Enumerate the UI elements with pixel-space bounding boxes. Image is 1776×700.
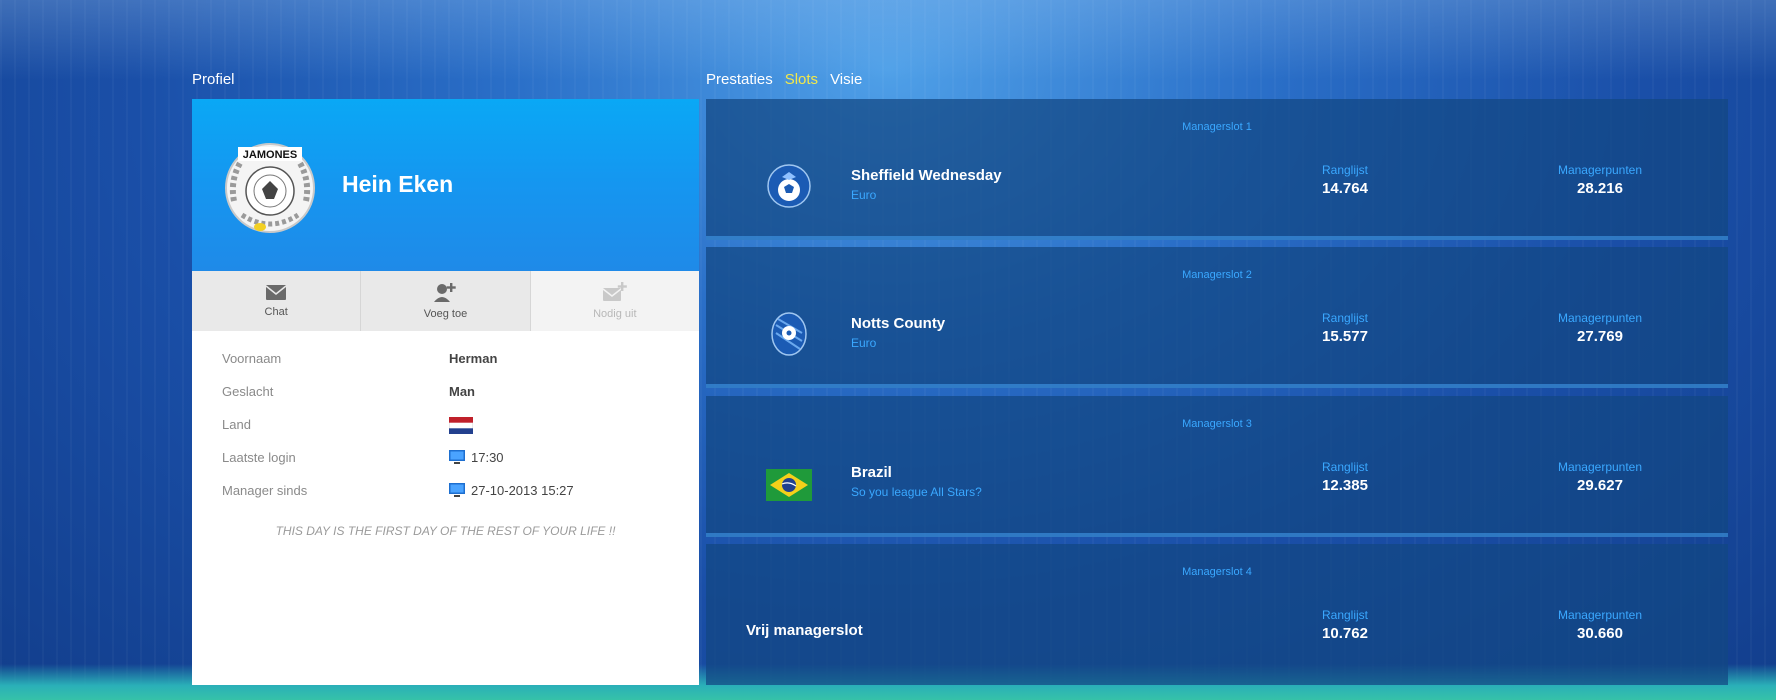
slot-league-link[interactable]: So you league All Stars? (851, 485, 982, 499)
slot-title: Managerslot 1 (1182, 121, 1252, 133)
add-friend-button-label: Voeg toe (423, 308, 468, 320)
manager-since-label: Manager sinds (222, 483, 308, 498)
ranking-label: Ranglijst (1321, 608, 1369, 622)
manager-points-label: Managerpunten (1557, 163, 1643, 177)
manager-points-label: Managerpunten (1557, 608, 1643, 622)
slot-manager-points: Managerpunten 29.627 (1540, 460, 1660, 494)
ranking-label: Ranglijst (1321, 163, 1369, 177)
slot-manager-points: Managerpunten 27.769 (1540, 311, 1660, 345)
managerslot-2[interactable]: Managerslot 2 Notts County Euro Ranglijs… (706, 247, 1728, 388)
info-row-gender: Geslacht Man (222, 384, 672, 417)
info-row-manager-since: Manager sinds 27-10-2013 15:27 (222, 483, 672, 516)
monitor-icon (449, 450, 465, 464)
avatar-text: JAMONES (243, 149, 297, 161)
slot-title: Managerslot 4 (1182, 566, 1252, 578)
slot-team-name: Brazil (851, 464, 892, 481)
add-user-icon (434, 283, 457, 302)
ranking-value: 15.577 (1322, 328, 1368, 345)
profile-info: Voornaam Herman Geslacht Man Land Laatst… (222, 351, 672, 516)
chat-button-label: Chat (264, 305, 288, 318)
info-row-country: Land (222, 417, 672, 450)
manager-points-value: 27.769 (1577, 328, 1623, 345)
last-login-label: Laatste login (222, 450, 296, 465)
slot-ranking: Ranglijst 12.385 (1285, 460, 1405, 494)
notts-county-crest-icon (771, 312, 807, 356)
chat-button[interactable]: Chat (192, 271, 362, 331)
profile-section-title: Profiel (192, 71, 235, 88)
profile-card: JAMONES Hein Eken Chat Voeg toe Nodig ui… (192, 99, 699, 685)
slot-title: Managerslot 2 (1182, 269, 1252, 281)
add-friend-button[interactable]: Voeg toe (361, 271, 531, 331)
brazil-flag-icon (766, 469, 812, 501)
ranking-value: 14.764 (1322, 180, 1368, 197)
slot-team-name: Notts County (851, 315, 946, 332)
gender-label: Geslacht (222, 384, 274, 399)
background-glow (0, 0, 1776, 80)
profile-actions: Chat Voeg toe Nodig uit (192, 271, 699, 331)
last-login-value: 17:30 (449, 450, 504, 465)
slot-league-link[interactable]: Euro (851, 188, 876, 202)
tab-slots[interactable]: Slots (785, 71, 818, 88)
manager-points-value: 30.660 (1577, 625, 1623, 642)
invite-button-label: Nodig uit (593, 308, 637, 320)
managerslot-1[interactable]: Managerslot 1 Sheffield Wednesday Euro R… (706, 99, 1728, 240)
manager-points-label: Managerpunten (1557, 311, 1643, 325)
slot-league-link[interactable]: Euro (851, 336, 876, 350)
profile-header: JAMONES Hein Eken (192, 99, 699, 271)
netherlands-flag-icon (449, 417, 473, 434)
invite-button[interactable]: Nodig uit (530, 271, 699, 331)
invite-icon (602, 282, 627, 301)
info-row-last-login: Laatste login 17:30 (222, 450, 672, 483)
monitor-icon (449, 483, 465, 497)
last-login-time: 17:30 (471, 450, 504, 465)
manager-since-value: 27-10-2013 15:27 (449, 483, 574, 498)
free-slot-label[interactable]: Vrij managerslot (746, 622, 863, 639)
first-name-value: Herman (449, 351, 498, 366)
slot-manager-points: Managerpunten 28.216 (1540, 163, 1660, 197)
slot-tabs: Prestaties Slots Visie (706, 71, 862, 88)
tab-visie[interactable]: Visie (830, 71, 862, 88)
club-crest-avatar[interactable]: JAMONES (220, 141, 320, 235)
tab-prestaties[interactable]: Prestaties (706, 71, 773, 88)
managerslot-4[interactable]: Managerslot 4 Vrij managerslot Ranglijst… (706, 544, 1728, 685)
manager-points-value: 29.627 (1577, 477, 1623, 494)
sheffield-wednesday-crest-icon (767, 164, 811, 208)
managerslot-3[interactable]: Managerslot 3 Brazil So you league All S… (706, 396, 1728, 537)
envelope-icon (266, 284, 287, 300)
slot-team-name: Sheffield Wednesday (851, 167, 1002, 184)
country-label: Land (222, 417, 251, 432)
profile-quote: THIS DAY IS THE FIRST DAY OF THE REST OF… (275, 524, 616, 538)
country-value (449, 417, 473, 434)
ranking-label: Ranglijst (1321, 311, 1369, 325)
manager-since-date: 27-10-2013 15:27 (471, 483, 574, 498)
gender-value: Man (449, 384, 475, 399)
ranking-label: Ranglijst (1321, 460, 1369, 474)
ranking-value: 10.762 (1322, 625, 1368, 642)
profile-name: Hein Eken (342, 171, 454, 197)
manager-points-value: 28.216 (1577, 180, 1623, 197)
manager-points-label: Managerpunten (1557, 460, 1643, 474)
info-row-first-name: Voornaam Herman (222, 351, 672, 384)
slot-manager-points: Managerpunten 30.660 (1540, 608, 1660, 642)
slot-title: Managerslot 3 (1182, 418, 1252, 430)
slot-ranking: Ranglijst 10.762 (1285, 608, 1405, 642)
first-name-label: Voornaam (222, 351, 282, 366)
slot-ranking: Ranglijst 14.764 (1285, 163, 1405, 197)
slot-ranking: Ranglijst 15.577 (1285, 311, 1405, 345)
ranking-value: 12.385 (1322, 477, 1368, 494)
